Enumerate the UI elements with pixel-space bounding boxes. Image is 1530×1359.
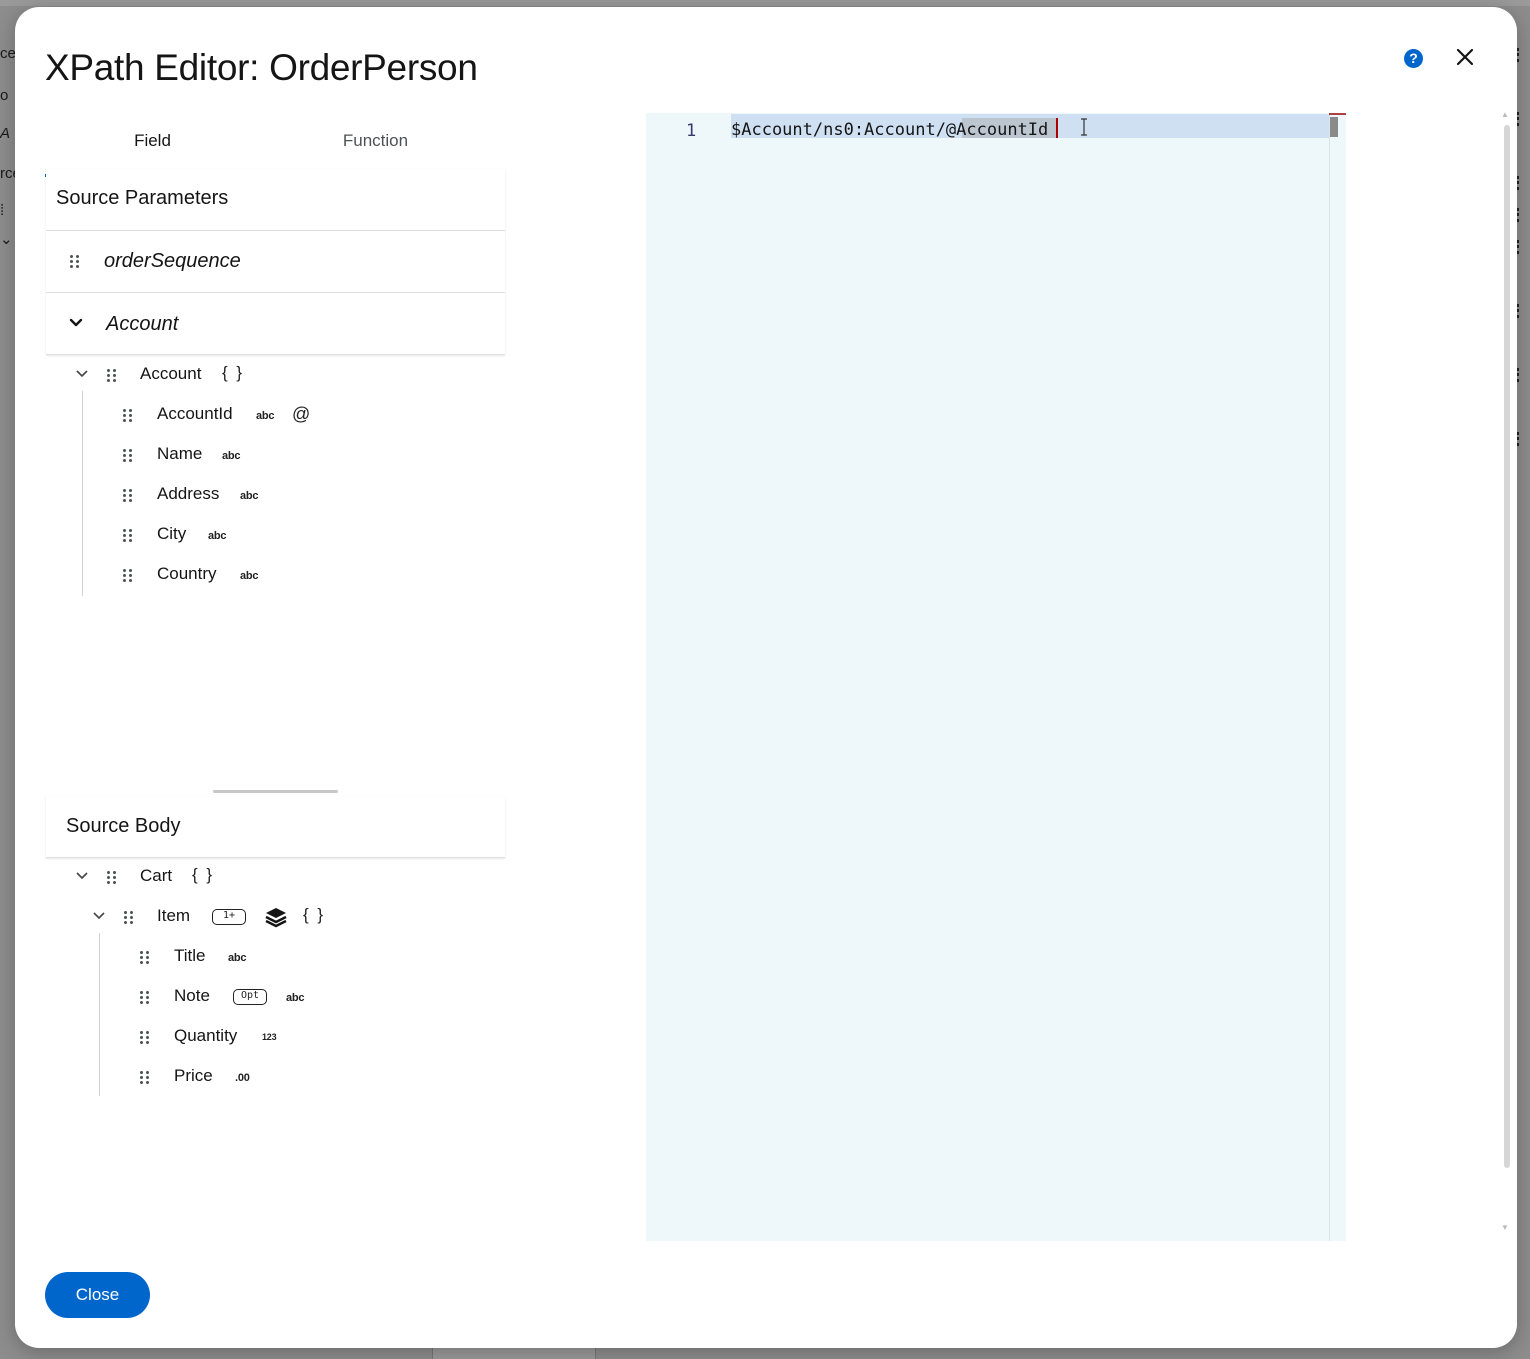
source-body-header: Source Body [46,796,505,858]
code-text[interactable]: $Account/ns0:Account/@AccountId [731,120,1048,140]
question-circle-icon[interactable]: ? [1404,49,1423,68]
modal-title: XPath Editor: OrderPerson [45,47,478,88]
tab-function[interactable]: Function [268,119,483,176]
xpath-code-editor[interactable]: 1 $Account/ns0:Account/@AccountId [646,113,1346,1241]
tree-node-note[interactable]: Note Opt abc [127,982,487,1012]
object-braces-icon: { } [192,865,215,884]
string-type-icon: abc [286,992,305,1004]
tree-guide-line [99,933,100,1096]
tree-node-title[interactable]: Title abc [127,942,487,972]
source-body-title: Source Body [66,815,181,837]
drag-handle-icon[interactable] [107,369,117,383]
background-topbar [0,0,1530,6]
tree-node-label: Item [157,906,191,925]
modal-scrollbar[interactable] [1504,125,1510,1168]
tree-node-name[interactable]: Name abc [110,440,490,470]
tree-node-label: Country [157,564,217,583]
string-type-icon: abc [208,530,227,542]
drag-handle-icon[interactable] [140,951,150,965]
param-label: Account [106,313,179,335]
collection-badge: 1+ [212,909,246,925]
chevron-down-icon[interactable] [92,909,106,923]
tree-node-price[interactable]: Price .00 [127,1062,487,1092]
param-account[interactable]: Account [46,293,505,355]
string-type-icon: abc [240,570,259,582]
tree-node-address[interactable]: Address abc [110,480,490,510]
string-type-icon: abc [228,952,247,964]
decimal-type-icon: .00 [235,1072,250,1084]
tab-field[interactable]: Field [45,119,260,177]
line-number: 1 [686,121,697,141]
drag-handle-icon[interactable] [123,569,133,583]
drag-handle-icon[interactable] [107,871,117,885]
optional-badge: Opt [233,989,267,1005]
ibeam-cursor-icon [1081,118,1087,136]
param-label: orderSequence [104,250,241,272]
string-type-icon: abc [240,490,259,502]
editor-tabs: Field Function [45,119,505,177]
tree-node-label: Account [140,364,202,383]
tree-node-quantity[interactable]: Quantity 123 [127,1022,487,1052]
tree-node-cart[interactable]: Cart { } [72,862,492,892]
text-caret [1056,118,1058,138]
tree-node-label: Note [174,986,210,1005]
tree-node-label: Cart [140,866,173,885]
tree-node-accountid[interactable]: AccountId abc @ [110,400,490,430]
tree-node-label: AccountId [157,404,233,423]
tree-node-item[interactable]: Item 1+ { } [89,902,489,932]
drag-handle-icon[interactable] [70,255,80,269]
ruler-cursor-mark [1329,113,1346,115]
drag-handle-icon[interactable] [123,489,133,503]
tree-node-country[interactable]: Country abc [110,560,490,590]
tree-node-label: Name [157,444,203,463]
tree-node-account[interactable]: Account { } [72,360,492,390]
drag-handle-icon[interactable] [123,449,133,463]
close-button[interactable]: Close [45,1272,150,1318]
tree-node-label: Quantity [174,1026,238,1045]
panel-resize-handle[interactable] [213,790,338,793]
layer-group-icon[interactable] [265,907,287,928]
background-bottom-tab [432,1348,596,1359]
chevron-down-icon[interactable] [75,869,89,883]
param-ordersequence[interactable]: orderSequence [46,231,505,293]
tree-node-label: Address [157,484,220,503]
source-parameters-title: Source Parameters [56,187,229,209]
overview-ruler[interactable] [1329,113,1346,1241]
close-icon[interactable] [1453,45,1477,69]
string-type-icon: abc [222,450,241,462]
ruler-slider[interactable] [1330,117,1338,137]
tree-node-label: Price [174,1066,213,1085]
drag-handle-icon[interactable] [140,1031,150,1045]
xpath-editor-modal: XPath Editor: OrderPerson ? Field Functi… [15,7,1517,1348]
scroll-down-arrow-icon[interactable]: ▼ [1501,1223,1509,1232]
drag-handle-icon[interactable] [123,529,133,543]
object-braces-icon: { } [222,363,245,382]
drag-handle-icon[interactable] [140,991,150,1005]
scroll-up-arrow-icon[interactable]: ▲ [1501,110,1509,119]
tree-node-city[interactable]: City abc [110,520,490,550]
chevron-down-icon[interactable] [75,367,89,381]
drag-handle-icon[interactable] [123,409,133,423]
tree-node-label: Title [174,946,206,965]
attribute-icon: @ [292,404,311,424]
tree-node-label: City [157,524,187,543]
number-type-icon: 123 [262,1032,277,1042]
drag-handle-icon[interactable] [124,911,134,925]
chevron-down-icon[interactable] [69,316,83,330]
drag-handle-icon[interactable] [140,1071,150,1085]
code-line-highlight[interactable]: $Account/ns0:Account/@AccountId [731,114,1330,140]
source-parameters-header: Source Parameters [46,169,505,231]
string-type-icon: abc [256,410,275,422]
tree-guide-line [82,391,83,596]
object-braces-icon: { } [303,905,326,924]
